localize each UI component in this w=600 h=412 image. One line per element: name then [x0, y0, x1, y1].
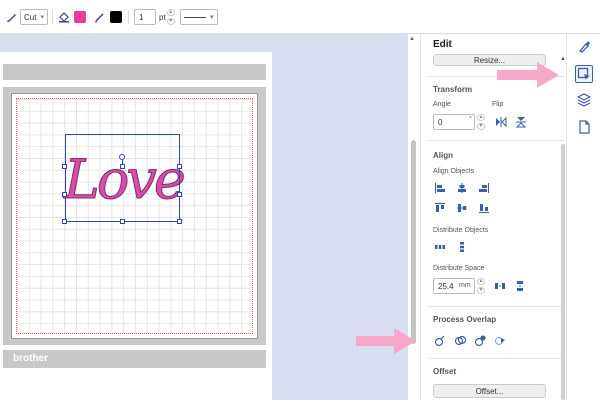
distribute-objects-label: Distribute Objects — [433, 227, 489, 234]
group-icon[interactable] — [453, 333, 467, 347]
space-horizontal-icon[interactable] — [493, 279, 507, 293]
distribute-horizontal-icon[interactable] — [433, 240, 447, 254]
line-pen-icon[interactable] — [94, 0, 106, 34]
weld-icon[interactable] — [433, 333, 447, 347]
flip-horizontal-icon[interactable] — [494, 115, 508, 129]
distribute-vertical-icon[interactable] — [455, 240, 469, 254]
mat-brand-bar: brother — [3, 350, 266, 368]
line-width-unit: pt — [159, 12, 166, 22]
document-icon[interactable] — [575, 118, 593, 136]
section-divider — [429, 306, 565, 307]
panel-title: Edit — [433, 39, 452, 50]
distribute-space-unit: mm — [459, 282, 471, 289]
stepper-down-icon[interactable]: ▼ — [477, 287, 485, 294]
cutting-mat: brother — [0, 52, 272, 412]
fill-bucket-icon[interactable] — [58, 0, 70, 34]
stepper-down-icon[interactable]: ▼ — [477, 123, 485, 130]
line-width-value: 1 — [139, 12, 144, 22]
resize-handle-bottom[interactable] — [120, 219, 125, 224]
resize-handle-bottom-left[interactable] — [62, 219, 67, 224]
angle-label: Angle — [433, 101, 451, 108]
line-width-stepper[interactable]: ▲ ▼ — [166, 9, 176, 25]
resize-handle-right[interactable] — [177, 192, 182, 197]
align-bottom-icon[interactable] — [477, 201, 491, 215]
line-color-swatch[interactable] — [110, 11, 122, 23]
stepper-up-icon[interactable]: ▲ — [477, 114, 485, 121]
resize-handle-top[interactable] — [120, 164, 125, 169]
align-top-icon[interactable] — [433, 201, 447, 215]
paint-brush-icon[interactable] — [575, 38, 593, 56]
process-overlap-title: Process Overlap — [433, 315, 497, 324]
align-right-icon[interactable] — [477, 181, 491, 195]
line-style-select[interactable]: ▾ — [180, 9, 218, 25]
distribute-space-label: Distribute Space — [433, 265, 485, 272]
angle-unit: ° — [469, 116, 472, 123]
resize-handle-left[interactable] — [62, 192, 67, 197]
resize-handle-top-left[interactable] — [62, 164, 67, 169]
section-divider — [429, 140, 565, 141]
align-title: Align — [433, 151, 453, 160]
distribute-space-value: 25.4 — [438, 281, 454, 291]
mode-select-value: Cut — [24, 12, 37, 22]
scroll-up-icon[interactable]: ▲ — [409, 36, 415, 42]
line-width-input[interactable]: 1 — [134, 9, 156, 25]
cut-mode-icon — [6, 0, 18, 34]
angle-value: 0 — [438, 117, 443, 127]
angle-stepper[interactable]: ▲ ▼ — [477, 114, 486, 130]
top-toolbar: Cut ▾ 1 pt ▲ ▼ ▾ — [0, 0, 600, 34]
align-center-icon[interactable] — [455, 181, 469, 195]
mat-top-strip — [3, 64, 266, 80]
edit-select-icon[interactable] — [575, 65, 593, 83]
cut-out-icon[interactable] — [473, 333, 487, 347]
flip-label: Flip — [492, 101, 504, 108]
panel-scrollbar[interactable] — [561, 144, 565, 400]
annotation-arrow-top — [497, 62, 559, 90]
offset-button[interactable]: Offset... — [433, 384, 546, 398]
space-vertical-icon[interactable] — [513, 279, 527, 293]
chevron-down-icon: ▾ — [210, 14, 214, 21]
stepper-up-icon[interactable]: ▲ — [166, 9, 175, 16]
selection-box[interactable] — [65, 134, 180, 222]
intersect-icon[interactable] — [493, 333, 507, 347]
transform-title: Transform — [433, 85, 473, 94]
stepper-up-icon[interactable]: ▲ — [477, 278, 485, 285]
line-style-preview — [184, 16, 206, 18]
flip-vertical-icon[interactable] — [514, 115, 528, 129]
section-divider — [429, 358, 565, 359]
mode-select[interactable]: Cut ▾ — [20, 9, 48, 25]
toolbar-divider — [128, 10, 129, 24]
align-objects-label: Align Objects — [433, 168, 475, 175]
offset-title: Offset — [433, 367, 457, 376]
resize-handle-top-right[interactable] — [177, 164, 182, 169]
resize-handle-bottom-right[interactable] — [177, 219, 182, 224]
side-tool-strip — [566, 34, 600, 400]
align-left-icon[interactable] — [433, 181, 447, 195]
stepper-down-icon[interactable]: ▼ — [166, 18, 175, 25]
distribute-space-stepper[interactable]: ▲ ▼ — [477, 278, 486, 294]
toolbar-divider — [52, 10, 53, 24]
layers-icon[interactable] — [575, 91, 593, 109]
brand-logo: brother — [13, 353, 48, 364]
annotation-arrow-bottom — [356, 328, 416, 356]
canvas-scroll-thumb[interactable] — [411, 140, 416, 344]
chevron-down-icon: ▾ — [40, 14, 44, 21]
fill-color-swatch[interactable] — [74, 11, 86, 23]
align-middle-icon[interactable] — [455, 201, 469, 215]
rotate-handle[interactable] — [119, 154, 125, 160]
